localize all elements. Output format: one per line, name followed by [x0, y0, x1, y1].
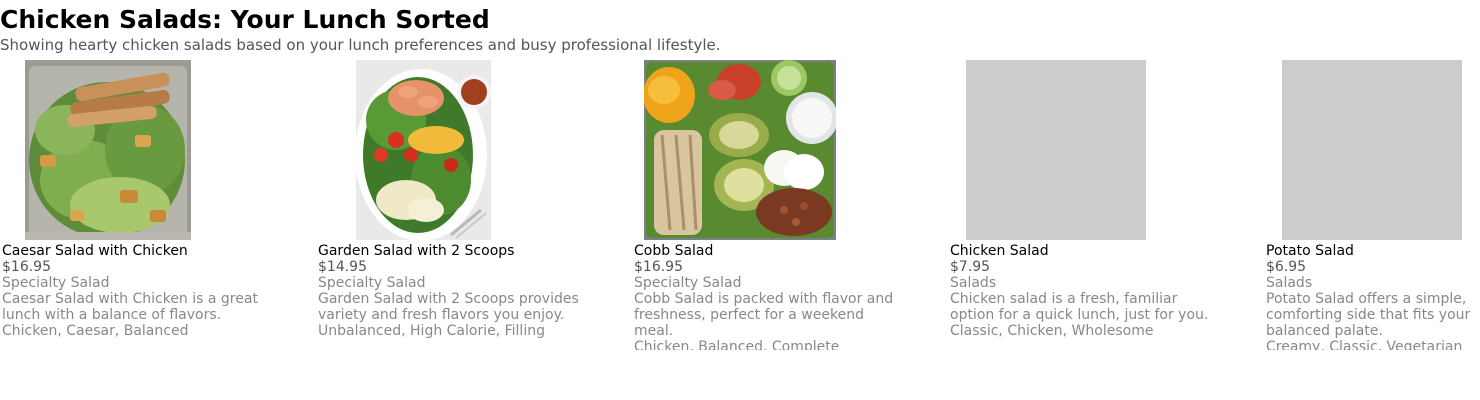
product-card-garden-salad[interactable]: Garden Salad with 2 Scoops $14.95 Specia… — [316, 60, 626, 350]
product-name[interactable]: Potato Salad — [1266, 243, 1480, 259]
product-image-wrap — [1264, 60, 1480, 240]
product-description: Cobb Salad is packed with flavor and fre… — [634, 291, 894, 339]
product-card-cobb-salad[interactable]: Cobb Salad $16.95 Specialty Salad Cobb S… — [632, 60, 942, 350]
product-info: Garden Salad with 2 Scoops $14.95 Specia… — [318, 243, 618, 339]
product-image-wrap — [948, 60, 1258, 240]
caesar-salad-photo[interactable] — [25, 60, 191, 240]
product-tags: Chicken, Balanced, Complete — [634, 339, 840, 350]
product-card-caesar-salad[interactable]: Caesar Salad with Chicken $16.95 Special… — [0, 60, 310, 350]
product-tags: Unbalanced, High Calorie, Filling — [318, 323, 545, 339]
product-card-potato-salad[interactable]: Potato Salad $6.95 Salads Potato Salad o… — [1264, 60, 1480, 350]
product-category: Specialty Salad — [634, 275, 742, 291]
product-grid: Caesar Salad with Chicken $16.95 Special… — [0, 60, 1480, 400]
product-price: $16.95 — [2, 259, 51, 275]
cobb-salad-photo[interactable] — [644, 60, 836, 240]
product-description: Chicken salad is a fresh, familiar optio… — [950, 291, 1209, 323]
product-card-chicken-salad[interactable]: Chicken Salad $7.95 Salads Chicken salad… — [948, 60, 1258, 350]
product-name[interactable]: Chicken Salad — [950, 243, 1250, 259]
garden-salad-photo[interactable] — [356, 60, 491, 240]
image-placeholder[interactable] — [966, 60, 1146, 240]
product-price: $7.95 — [950, 259, 991, 275]
page-header: Chicken Salads: Your Lunch Sorted Showin… — [0, 4, 1480, 54]
product-name[interactable]: Cobb Salad — [634, 243, 934, 259]
caesar-salad-image — [25, 60, 191, 240]
product-name[interactable]: Garden Salad with 2 Scoops — [318, 243, 618, 259]
product-tags: Creamy, Classic, Vegetarian — [1266, 339, 1463, 350]
product-description: Garden Salad with 2 Scoops provides vari… — [318, 291, 579, 323]
product-price: $16.95 — [634, 259, 683, 275]
product-category: Specialty Salad — [318, 275, 426, 291]
product-info: Caesar Salad with Chicken $16.95 Special… — [2, 243, 302, 339]
product-name[interactable]: Caesar Salad with Chicken — [2, 243, 302, 259]
product-category: Salads — [1266, 275, 1313, 291]
product-price: $14.95 — [318, 259, 367, 275]
product-image-wrap — [316, 60, 626, 240]
product-image-wrap — [0, 60, 310, 240]
product-info: Cobb Salad $16.95 Specialty Salad Cobb S… — [634, 243, 934, 350]
product-price: $6.95 — [1266, 259, 1307, 275]
product-info: Chicken Salad $7.95 Salads Chicken salad… — [950, 243, 1250, 339]
cobb-salad-image — [644, 60, 836, 240]
image-placeholder[interactable] — [1282, 60, 1462, 240]
product-description: Caesar Salad with Chicken is a great lun… — [2, 291, 258, 323]
product-tags: Chicken, Caesar, Balanced — [2, 323, 189, 339]
product-image-wrap — [632, 60, 942, 240]
product-tags: Classic, Chicken, Wholesome — [950, 323, 1154, 339]
product-description: Potato Salad offers a simple, comforting… — [1266, 291, 1471, 339]
product-category: Salads — [950, 275, 997, 291]
product-info: Potato Salad $6.95 Salads Potato Salad o… — [1266, 243, 1480, 350]
page-title: Chicken Salads: Your Lunch Sorted — [0, 5, 490, 34]
product-category: Specialty Salad — [2, 275, 110, 291]
garden-salad-image — [356, 60, 491, 240]
page-subtitle: Showing hearty chicken salads based on y… — [0, 36, 721, 54]
